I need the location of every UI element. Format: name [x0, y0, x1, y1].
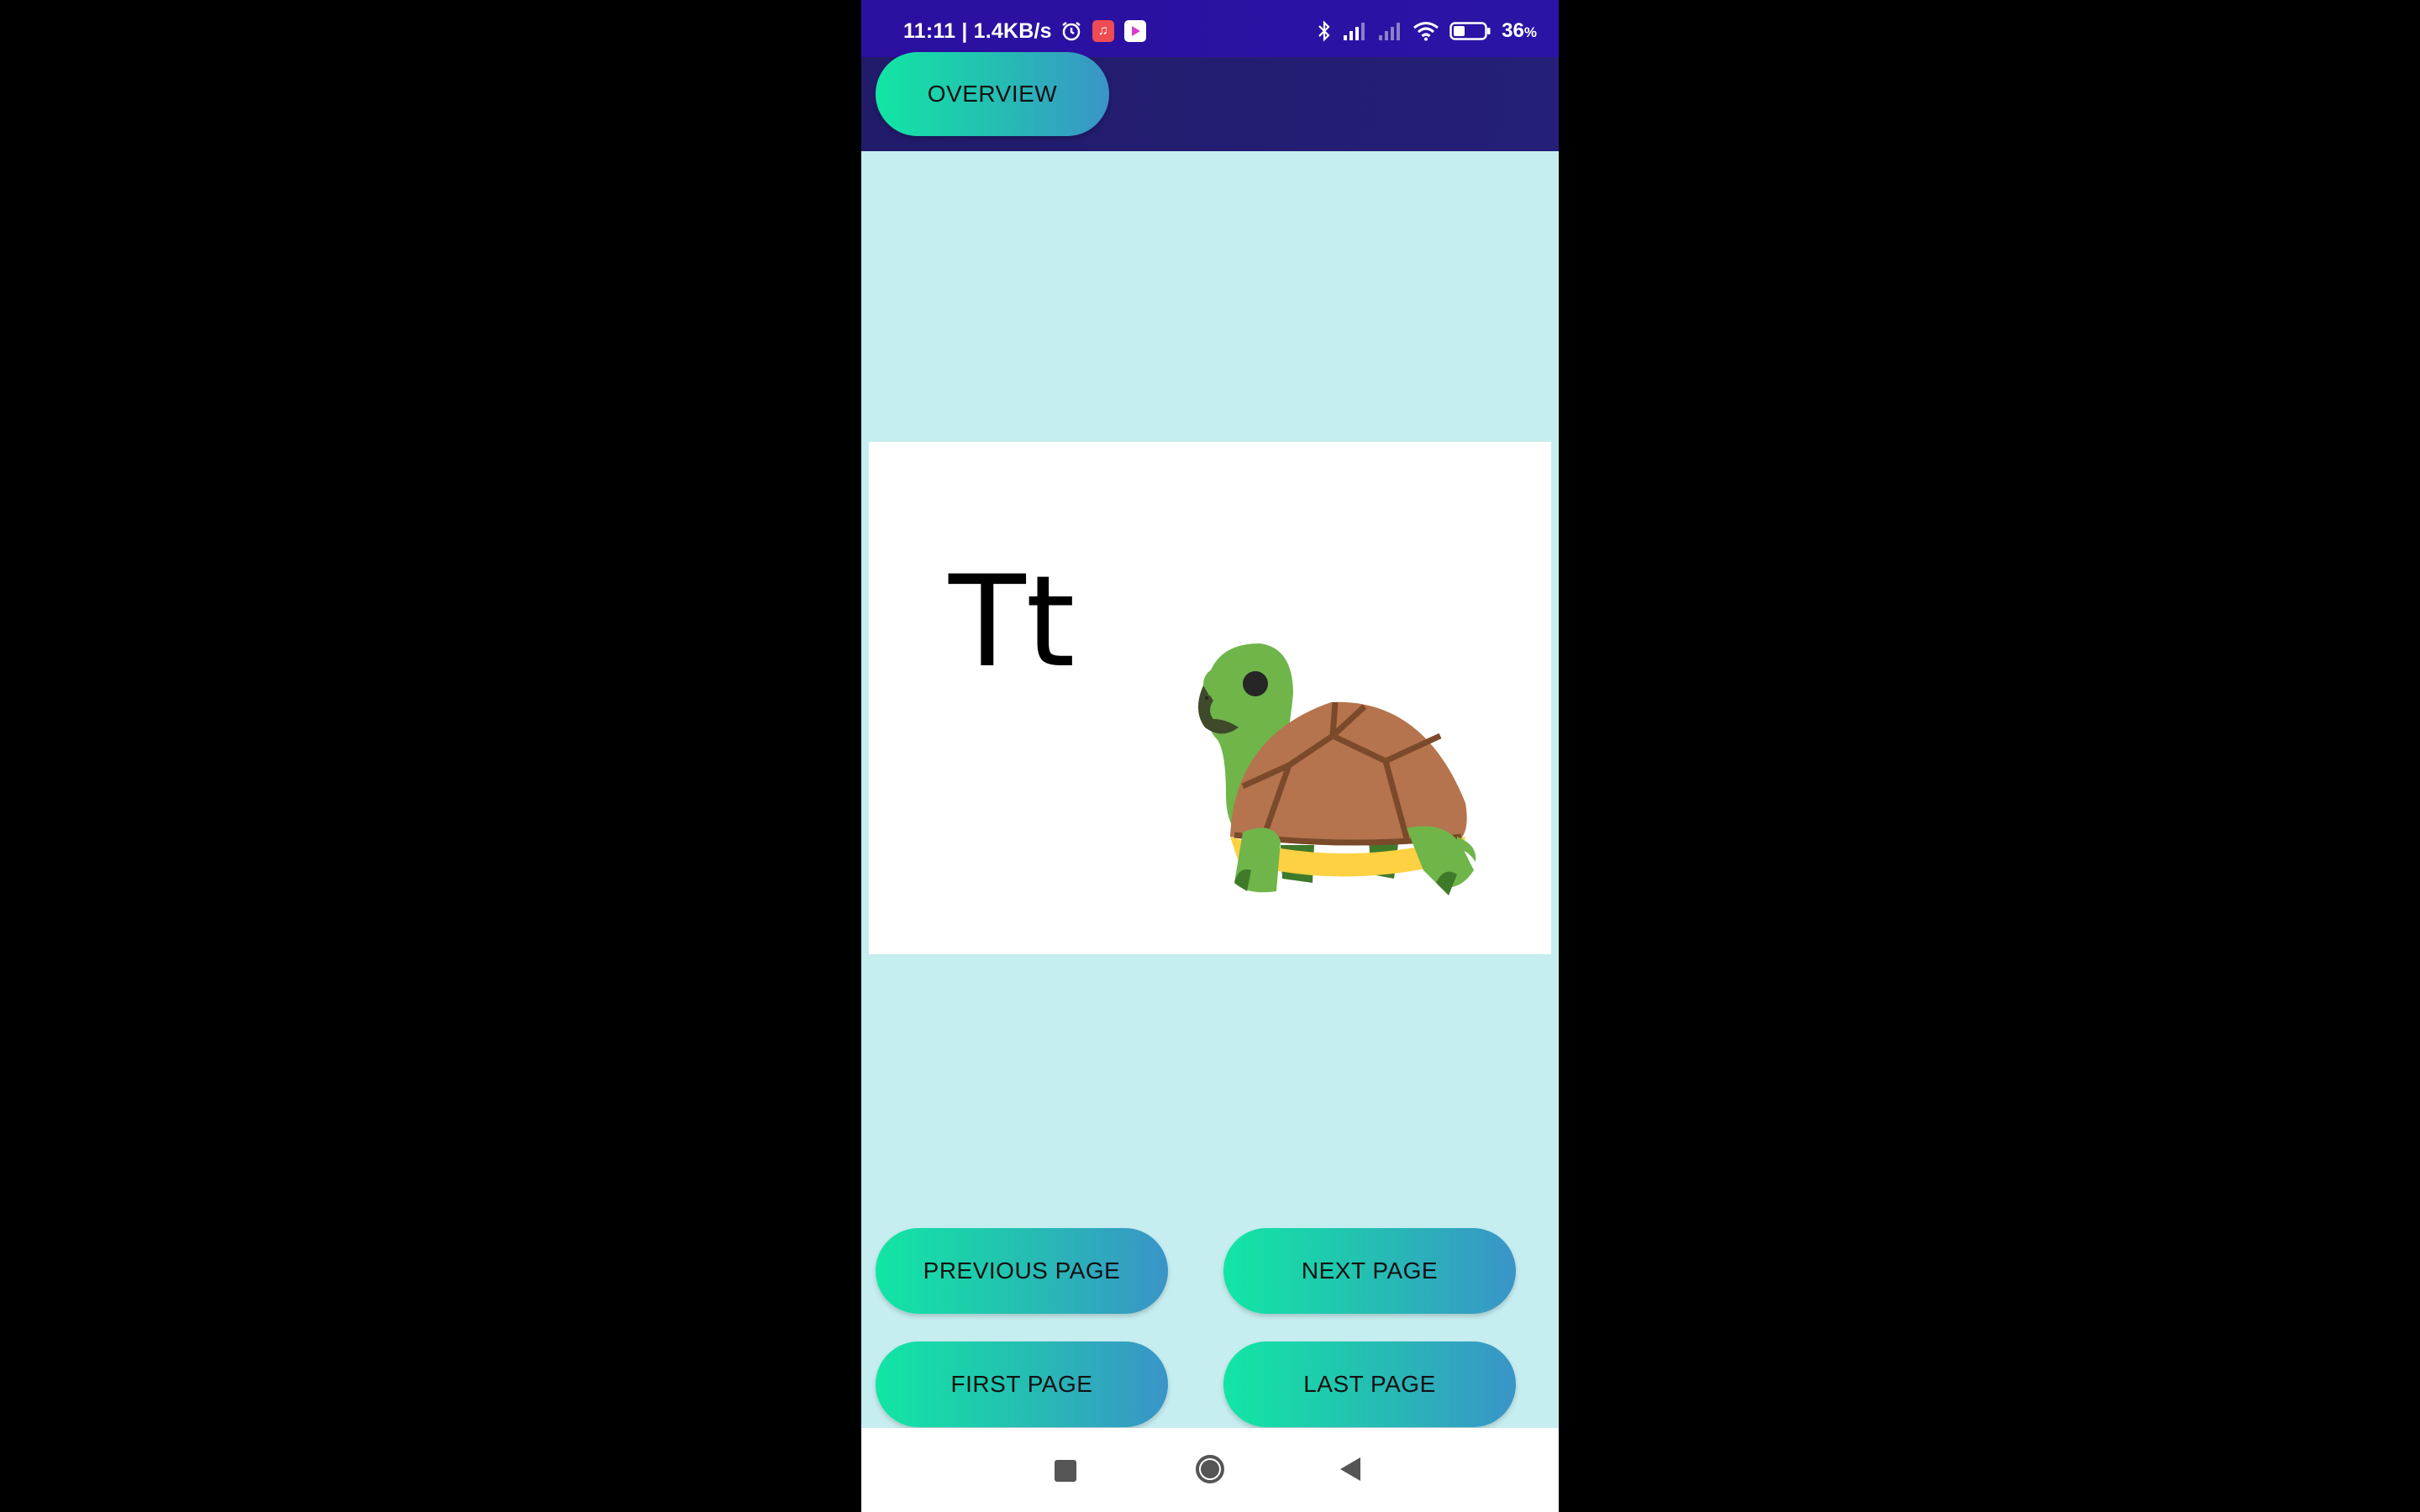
turtle-icon: [1155, 593, 1482, 904]
previous-page-label: PREVIOUS PAGE: [923, 1257, 1121, 1284]
music-app-icon: ♫: [1092, 20, 1114, 42]
status-right: 36%: [1317, 17, 1537, 45]
phone-screen: 11:11 | 1.4KB/s ♫ 36% OVERVIEW Tt PREVIO…: [861, 0, 1559, 1512]
alarm-icon: [1060, 20, 1082, 42]
signal-weak-icon: [1377, 21, 1402, 41]
recent-apps-icon[interactable]: [1055, 1460, 1076, 1482]
overview-button-label: OVERVIEW: [927, 81, 1058, 107]
letter-label: Tt: [949, 549, 1076, 696]
next-page-button[interactable]: NEXT PAGE: [1223, 1228, 1516, 1314]
play-app-icon: [1123, 20, 1146, 42]
wifi-icon: [1413, 21, 1439, 41]
first-page-button[interactable]: FIRST PAGE: [876, 1341, 1168, 1427]
battery-icon: [1449, 21, 1491, 41]
home-icon[interactable]: [1196, 1455, 1224, 1483]
first-page-label: FIRST PAGE: [950, 1371, 1093, 1397]
signal-icon: [1342, 21, 1367, 41]
status-time-speed: 11:11 | 1.4KB/s: [903, 18, 1052, 43]
last-page-label: LAST PAGE: [1303, 1371, 1436, 1397]
battery-percent: 36%: [1502, 19, 1537, 42]
overview-button[interactable]: OVERVIEW: [876, 52, 1109, 136]
status-left: 11:11 | 1.4KB/s ♫: [903, 17, 1146, 45]
flashcard: Tt: [869, 442, 1551, 954]
previous-page-button[interactable]: PREVIOUS PAGE: [876, 1228, 1168, 1314]
system-nav-bar: [861, 1428, 1559, 1512]
bluetooth-icon: [1317, 20, 1332, 42]
last-page-button[interactable]: LAST PAGE: [1223, 1341, 1516, 1427]
status-bar: 11:11 | 1.4KB/s ♫ 36%: [861, 0, 1559, 57]
next-page-label: NEXT PAGE: [1301, 1257, 1439, 1284]
back-icon[interactable]: [1340, 1457, 1360, 1481]
